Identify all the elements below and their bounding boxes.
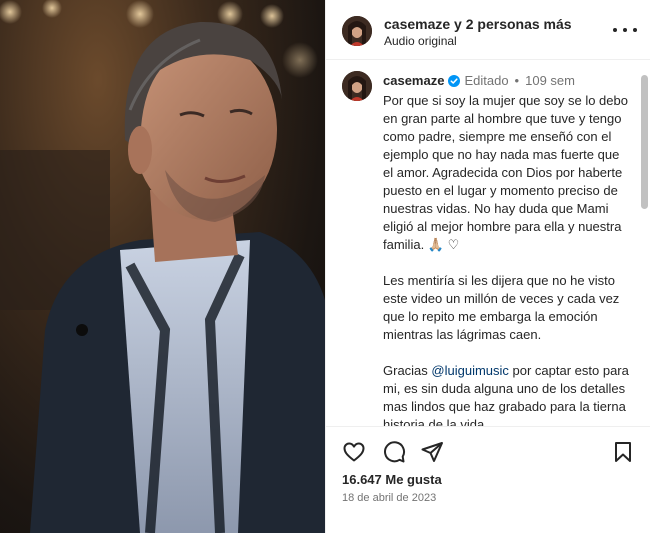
post-panel: casemaze y 2 personas más Audio original…	[325, 0, 650, 533]
caption-paragraph: Gracias @luiguimusic por captar esto par…	[383, 362, 633, 426]
share-icon	[421, 442, 443, 462]
author-avatar[interactable]	[342, 16, 372, 46]
caption-paragraph: Por que si soy la mujer que soy se lo de…	[383, 93, 628, 252]
save-button[interactable]	[611, 440, 635, 464]
more-icon	[613, 28, 617, 32]
mention-link[interactable]: @luiguimusic	[431, 363, 509, 378]
action-bar	[326, 436, 650, 468]
caption-text: Por que si soy la mujer que soy se lo de…	[383, 92, 633, 426]
caption-paragraph: Les mentiría si les dijera que no he vis…	[383, 273, 620, 342]
meta-separator: •	[514, 73, 520, 88]
more-options-button[interactable]	[613, 22, 637, 38]
post-media[interactable]	[0, 0, 325, 533]
caption-paragraph-text: Gracias	[383, 363, 432, 378]
post-photo	[0, 0, 325, 533]
post-header: casemaze y 2 personas más Audio original	[326, 0, 650, 60]
verified-badge-icon	[448, 74, 461, 87]
comments-area[interactable]: casemaze Editado • 109 sem Por que si so…	[326, 61, 650, 427]
comment-icon	[384, 441, 406, 463]
share-button[interactable]	[420, 440, 444, 464]
comment-button[interactable]	[382, 440, 406, 464]
comments-scrollbar[interactable]	[641, 75, 648, 209]
edited-label: Editado	[464, 73, 509, 88]
caption-avatar[interactable]	[342, 71, 372, 101]
audio-link[interactable]: Audio original	[384, 34, 457, 48]
post-authors[interactable]: casemaze y 2 personas más	[384, 16, 572, 32]
bookmark-icon	[615, 442, 631, 462]
like-button[interactable]	[342, 440, 366, 464]
caption-username[interactable]: casemaze	[383, 73, 444, 88]
heart-icon	[343, 442, 365, 462]
caption-meta: casemaze Editado • 109 sem	[383, 73, 575, 88]
post-date[interactable]: 18 de abril de 2023	[342, 492, 436, 504]
likes-count[interactable]: 16.647 Me gusta	[342, 472, 442, 487]
caption-time[interactable]: 109 sem	[525, 73, 575, 88]
